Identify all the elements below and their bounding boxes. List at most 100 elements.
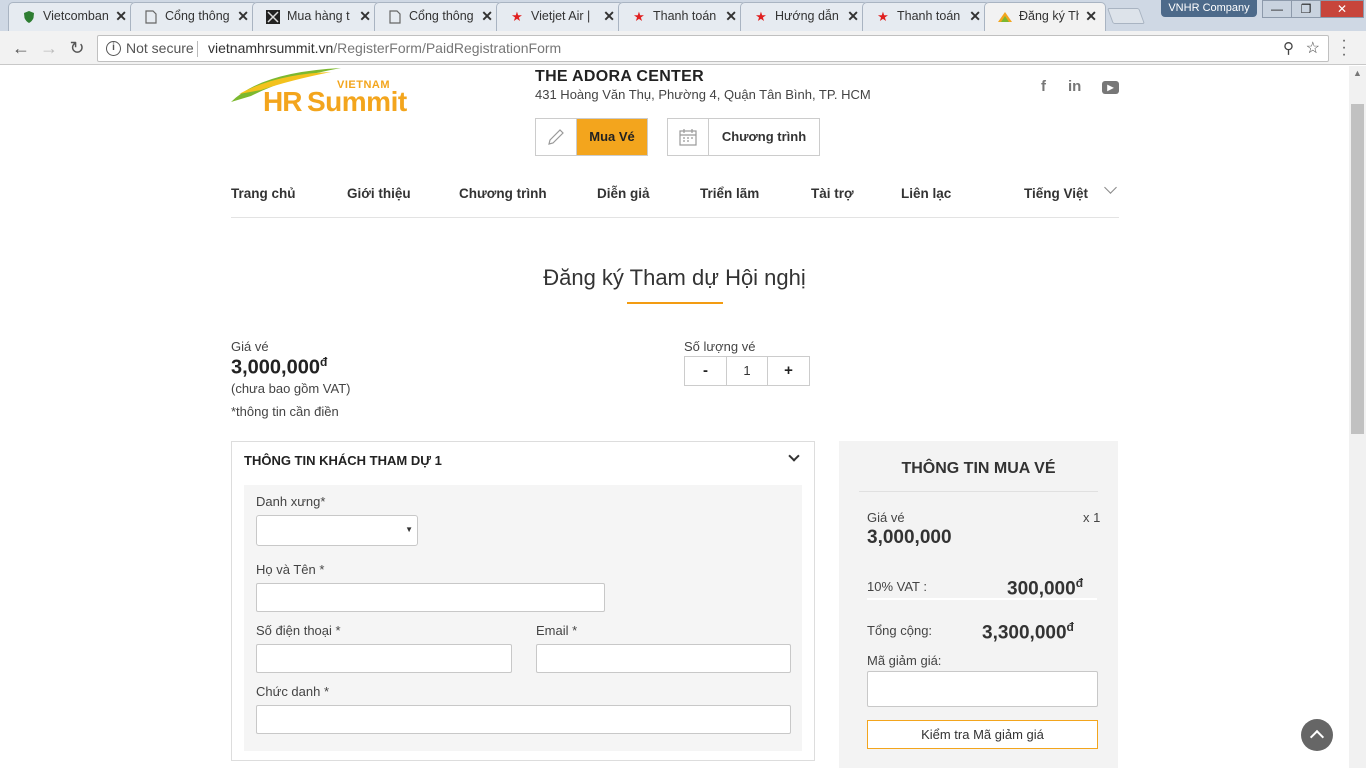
language-selector[interactable]: Tiếng Việt [1024,186,1088,201]
menu-icon[interactable]: · · · [1339,33,1349,63]
minimize-icon[interactable]: — [1262,0,1292,18]
summary-title: THÔNG TIN MUA VÉ [901,460,1056,477]
buy-ticket-label: Mua Vé [577,119,647,155]
maximize-icon[interactable]: ❐ [1291,0,1321,18]
reload-icon[interactable]: ↻ [66,37,88,59]
summary-multiplier: x 1 [1083,510,1101,525]
summary-divider [859,491,1098,492]
close-icon[interactable]: ✕ [603,8,615,25]
nav-item-speakers[interactable]: Diễn giả [597,186,650,201]
price-value: 3,000,000đ [231,355,328,379]
nav-item-contact[interactable]: Liên lạc [901,186,951,201]
back-icon[interactable]: ← [10,37,32,59]
logo-icon [997,9,1013,25]
facebook-icon[interactable]: f [1041,78,1046,95]
scroll-to-top-icon[interactable] [1301,719,1333,751]
total-value: 3,300,000đ [982,620,1074,644]
quantity-decrease-button[interactable]: - [685,357,727,385]
close-icon[interactable]: ✕ [115,8,127,25]
star-icon: ★ [511,9,523,24]
vat-note: (chưa bao gồm VAT) [231,381,351,396]
url-path: /RegisterForm/PaidRegistrationForm [333,40,562,56]
close-icon[interactable]: ✕ [969,8,981,25]
nav-item-sponsors[interactable]: Tài trợ [811,186,854,201]
summary-price-value: 3,000,000 [867,527,952,548]
guest-panel-title[interactable]: THÔNG TIN KHÁCH THAM DỰ 1 [244,453,442,468]
url-input[interactable]: i Not secure vietnamhrsummit.vn/Register… [97,35,1329,62]
page-viewport: VIETNAM HR Summit THE ADORA CENTER 431 H… [0,66,1349,768]
url-separator [197,41,198,57]
fullname-input[interactable] [256,583,605,612]
job-title-label: Chức danh * [256,684,330,699]
page-icon [387,9,403,25]
close-icon[interactable]: ✕ [847,8,859,25]
required-note: *thông tin cần điền [231,404,339,419]
scrollbar-thumb[interactable] [1351,104,1364,434]
nav-item-about[interactable]: Giới thiệu [347,186,411,201]
window-close-icon[interactable]: ✕ [1320,0,1364,18]
browser-tab[interactable]: Mua hàng t ✕ [252,2,380,31]
close-icon[interactable]: ✕ [1085,8,1097,25]
vat-value: 300,000đ [1007,576,1084,600]
linkedin-icon[interactable]: in [1068,78,1081,95]
job-title-input[interactable] [256,705,791,734]
salutation-select[interactable]: ▼ [256,515,418,546]
browser-tabstrip: Vietcombank ✕ Cổng thông tin ✕ Mua hàng … [0,0,1366,32]
profile-badge[interactable]: VNHR Company [1161,0,1257,17]
close-icon[interactable]: ✕ [481,8,493,25]
browser-tab[interactable]: ★ Thanh toán ✕ [618,2,746,31]
page-scrollbar[interactable]: ▲ [1349,66,1366,768]
chevron-down-icon[interactable] [788,450,800,462]
shield-icon [21,9,37,25]
info-icon[interactable]: i [106,41,121,56]
star-icon: ★ [877,9,889,24]
close-icon[interactable]: ✕ [359,8,371,25]
pattern-icon [265,9,281,25]
quantity-label: Số lượng vé [684,339,756,354]
coupon-input[interactable] [867,671,1098,707]
close-icon[interactable]: ✕ [237,8,249,25]
browser-tab[interactable]: ★ Hướng dẫn ✕ [740,2,868,31]
browser-tab[interactable]: ★ Thanh toán ✕ [862,2,990,31]
browser-tab[interactable]: Vietcombank ✕ [8,2,136,31]
check-coupon-button[interactable]: Kiểm tra Mã giảm giá [867,720,1098,749]
chevron-down-icon[interactable] [1104,181,1117,194]
guest-info-panel: THÔNG TIN KHÁCH THAM DỰ 1 Danh xưng* ▼ H… [231,441,815,761]
order-summary: THÔNG TIN MUA VÉ Giá vé x 1 3,000,000 10… [839,441,1118,768]
quantity-increase-button[interactable]: + [767,357,809,385]
dropdown-arrow-icon: ▼ [405,525,413,534]
venue-name: THE ADORA CENTER [535,68,704,85]
site-logo[interactable]: VIETNAM HR Summit [231,66,411,121]
phone-input[interactable] [256,644,512,673]
program-button[interactable]: Chương trình [667,118,820,156]
quantity-input[interactable]: 1 [727,357,767,385]
forward-icon[interactable]: → [38,37,60,59]
vat-label: 10% VAT : [867,579,927,594]
url-host: vietnamhrsummit.vn [208,40,334,56]
browser-tab[interactable]: ★ Vietjet Air | ✕ [496,2,624,31]
price-label: Giá vé [231,339,269,354]
guest-form: Danh xưng* ▼ Họ và Tên * Số điện thoại *… [244,485,802,751]
main-nav: Trang chủ Giới thiệu Chương trình Diễn g… [231,181,1119,218]
browser-tab[interactable]: Cổng thông tin ✕ [374,2,502,31]
logo-summit: Summit [307,86,407,117]
browser-tab-active[interactable]: Đăng ký Th ✕ [984,2,1106,32]
star-icon: ★ [633,9,645,24]
coupon-label: Mã giảm giá: [867,653,942,668]
new-tab-button[interactable] [1107,8,1145,24]
logo-hr: HR [263,86,302,117]
nav-item-exhibition[interactable]: Triển lãm [700,186,759,201]
bookmark-star-icon[interactable]: ☆ [1306,38,1320,58]
close-icon[interactable]: ✕ [725,8,737,25]
nav-item-home[interactable]: Trang chủ [231,186,296,201]
buy-ticket-button[interactable]: Mua Vé [535,118,648,156]
pencil-icon [536,119,577,155]
youtube-icon[interactable]: ▶ [1102,81,1119,94]
scroll-up-icon[interactable]: ▲ [1353,68,1362,78]
zoom-icon[interactable]: ⚲ [1283,39,1294,57]
nav-item-program[interactable]: Chương trình [459,186,547,201]
fullname-label: Họ và Tên * [256,562,325,577]
email-label: Email * [536,623,578,638]
browser-tab[interactable]: Cổng thông tin ✕ [130,2,258,31]
email-input[interactable] [536,644,791,673]
